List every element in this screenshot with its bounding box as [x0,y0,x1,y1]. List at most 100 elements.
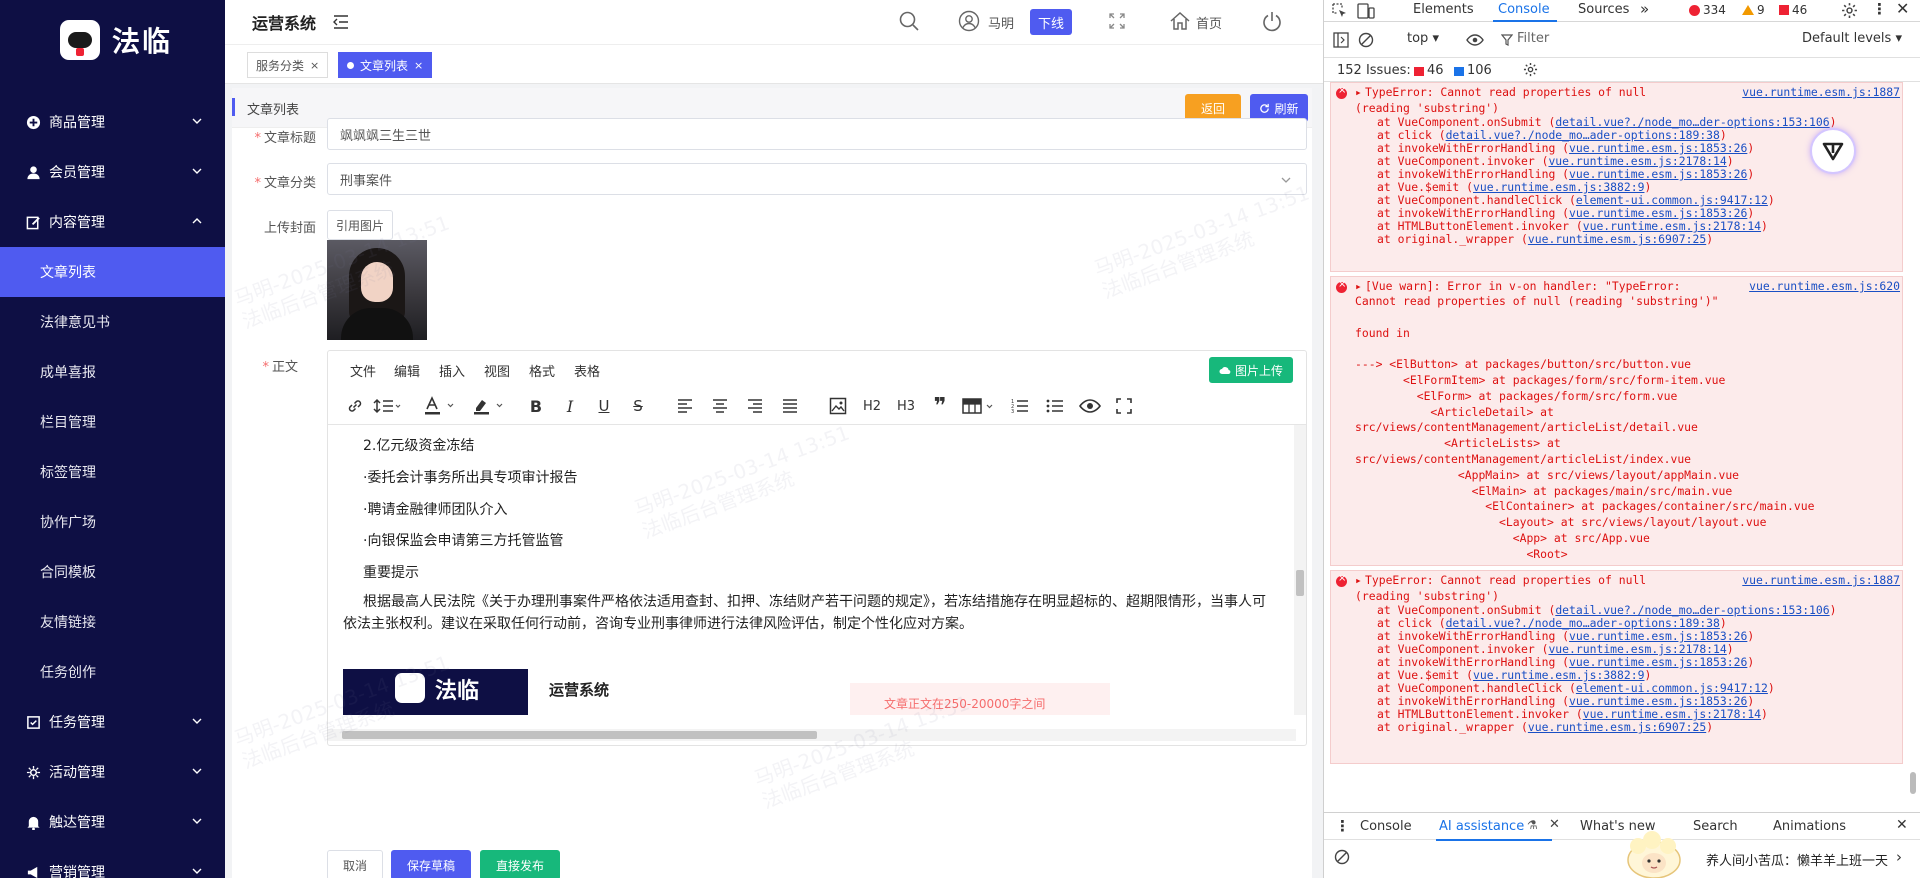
stack-frame[interactable]: at invokeWithErrorHandling (vue.runtime.… [1377,206,1754,220]
close-drawer-icon[interactable]: ✕ [1896,817,1908,833]
settings-gear-icon[interactable] [1841,2,1858,19]
more-tabs-icon[interactable]: » [1640,0,1649,18]
stack-frame[interactable]: at VueComponent.handleClick (element-ui.… [1377,193,1775,207]
menu-file[interactable]: 文件 [350,361,376,380]
stack-frame-link[interactable]: vue.runtime.esm.js:1853:26 [1569,694,1747,708]
stack-frame-link[interactable]: element-ui.common.js:9417:12 [1576,681,1768,695]
sidebar-item-contract-templates[interactable]: 合同模板 [0,547,225,597]
stack-frame[interactable]: at invokeWithErrorHandling (vue.runtime.… [1377,167,1754,181]
sidebar-group-members[interactable]: 会员管理 [0,147,225,197]
stack-frame-link[interactable]: vue.runtime.esm.js:6907:25 [1528,720,1706,734]
sidebar-item-deal-news[interactable]: 成单喜报 [0,347,225,397]
stack-frame[interactable]: at invokeWithErrorHandling (vue.runtime.… [1377,694,1754,708]
issues-count[interactable]: 46 [1779,3,1807,17]
strikethrough-icon[interactable]: S [628,394,648,418]
stack-frame[interactable]: at VueComponent.invoker (vue.runtime.esm… [1377,642,1734,656]
devtools-tab-elements[interactable]: Elements [1413,2,1474,17]
scrollbar-thumb[interactable] [342,731,817,739]
drawer-tab-console[interactable]: Console [1360,819,1412,834]
menu-format[interactable]: 格式 [529,361,555,380]
blockquote-icon[interactable]: ❞ [930,394,950,419]
article-category-select[interactable]: 刑事案件 [327,163,1307,195]
sidebar-item-tags[interactable]: 标签管理 [0,447,225,497]
cover-image[interactable] [327,240,427,340]
heading-3-button[interactable]: H3 [894,394,918,418]
console-error-entry[interactable]: ▸ TypeError: Cannot read properties of n… [1330,82,1903,272]
stack-frame-link[interactable]: vue.runtime.esm.js:1853:26 [1569,655,1747,669]
drawer-menu-icon[interactable]: ⋮ [1335,817,1350,835]
chevron-right-icon[interactable]: › [1896,848,1902,866]
brand[interactable]: 法临 [60,18,172,62]
preview-eye-icon[interactable] [1078,394,1102,418]
console-error-entry[interactable]: ▸ TypeError: Cannot read properties of n… [1330,570,1903,764]
stack-frame[interactable]: at HTMLButtonElement.invoker (vue.runtim… [1377,219,1768,233]
text-color-icon[interactable] [424,394,458,418]
editor-vertical-scrollbar[interactable] [1294,425,1306,715]
bullet-list-icon[interactable] [1045,394,1065,418]
reference-image-button[interactable]: 引用图片 [327,210,393,240]
stack-frame-link[interactable]: vue.runtime.esm.js:3882:9 [1473,180,1644,194]
italic-icon[interactable]: I [560,394,580,418]
image-icon[interactable] [828,394,848,418]
home-icon[interactable] [1169,10,1191,32]
highlight-color-icon[interactable] [473,394,507,418]
align-justify-icon[interactable] [780,394,800,418]
fullscreen-icon[interactable] [1109,13,1125,29]
menu-view[interactable]: 视图 [484,361,510,380]
scrollbar-thumb[interactable] [1296,570,1304,596]
stack-frame-link[interactable]: vue.runtime.esm.js:2178:14 [1548,642,1726,656]
console-scrollbar[interactable] [1907,82,1919,806]
stack-frame-link[interactable]: vue.runtime.esm.js:2178:14 [1548,154,1726,168]
inspect-element-icon[interactable] [1332,3,1348,19]
expand-triangle-icon[interactable]: ▸ [1355,573,1362,587]
stack-frame[interactable]: at VueComponent.onSubmit (detail.vue?./n… [1377,115,1836,129]
error-source-link[interactable]: vue.runtime.esm.js:1887 [1742,573,1900,587]
device-toolbar-icon[interactable] [1357,3,1375,19]
cancel-button[interactable]: 取消 [327,850,383,878]
editor-content[interactable]: 2.亿元级资金冻结 ·委托会计事务所出具专项审计报告 ·聘请金融律师团队介入 ·… [328,425,1296,715]
issues-summary[interactable]: 152 Issues: 46 106 [1324,58,1920,82]
line-height-icon[interactable] [372,394,404,418]
expand-triangle-icon[interactable]: ▸ [1355,85,1362,99]
stack-frame-link[interactable]: vue.runtime.esm.js:1853:26 [1569,629,1747,643]
stack-frame[interactable]: at VueComponent.invoker (vue.runtime.esm… [1377,154,1734,168]
close-icon[interactable]: × [414,59,423,72]
error-source-link[interactable]: vue.runtime.esm.js:1887 [1742,85,1900,99]
clear-icon[interactable] [1334,849,1350,865]
editor-fullscreen-icon[interactable] [1114,394,1134,418]
stack-frame-link[interactable]: vue.runtime.esm.js:1853:26 [1569,167,1747,181]
stack-frame[interactable]: at original._wrapper (vue.runtime.esm.js… [1377,720,1713,734]
expand-triangle-icon[interactable]: ▸ [1355,279,1362,293]
stack-frame-link[interactable]: detail.vue?./node_mo…der-options:153:106 [1555,115,1829,129]
sidebar-item-columns[interactable]: 栏目管理 [0,397,225,447]
stack-frame[interactable]: at HTMLButtonElement.invoker (vue.runtim… [1377,707,1768,721]
drawer-tab-animations[interactable]: Animations [1773,819,1846,834]
editor-horizontal-scrollbar[interactable] [328,729,1296,741]
offline-button[interactable]: 下线 [1030,9,1072,35]
error-count[interactable]: 334 [1689,3,1726,17]
close-tab-icon[interactable]: ✕ [1549,817,1560,832]
save-draft-button[interactable]: 保存草稿 [391,850,471,878]
home-label[interactable]: 首页 [1196,13,1222,32]
filter-input[interactable]: Filter [1517,31,1549,46]
stack-frame-link[interactable]: vue.runtime.esm.js:2178:14 [1583,707,1761,721]
drawer-tab-search[interactable]: Search [1693,819,1738,834]
sidebar-group-activities[interactable]: 活动管理 [0,747,225,797]
user-avatar-icon[interactable] [958,10,980,32]
stack-frame-link[interactable]: detail.vue?./node_mo…ader-options:189:38 [1446,616,1720,630]
sidebar-item-friend-links[interactable]: 友情链接 [0,597,225,647]
warn-source-link[interactable]: vue.runtime.esm.js:620 [1749,279,1900,293]
table-icon[interactable] [962,394,998,418]
align-left-icon[interactable] [675,394,695,418]
sidebar-group-marketing[interactable]: 营销管理 [0,847,225,878]
sidebar-group-reach[interactable]: 触达管理 [0,797,225,847]
stack-frame-link[interactable]: vue.runtime.esm.js:3882:9 [1473,668,1644,682]
stack-frame-link[interactable]: vue.runtime.esm.js:6907:25 [1528,232,1706,246]
stack-frame[interactable]: at Vue.$emit (vue.runtime.esm.js:3882:9) [1377,668,1651,682]
sidebar-item-task-creation[interactable]: 任务创作 [0,647,225,697]
kebab-menu-icon[interactable]: ⋮ [1872,0,1887,18]
menu-fold-icon[interactable] [333,15,349,29]
tag-service-category[interactable]: 服务分类 × [247,52,329,78]
sidebar-group-content[interactable]: 内容管理 [0,197,225,247]
stack-frame[interactable]: at VueComponent.handleClick (element-ui.… [1377,681,1775,695]
